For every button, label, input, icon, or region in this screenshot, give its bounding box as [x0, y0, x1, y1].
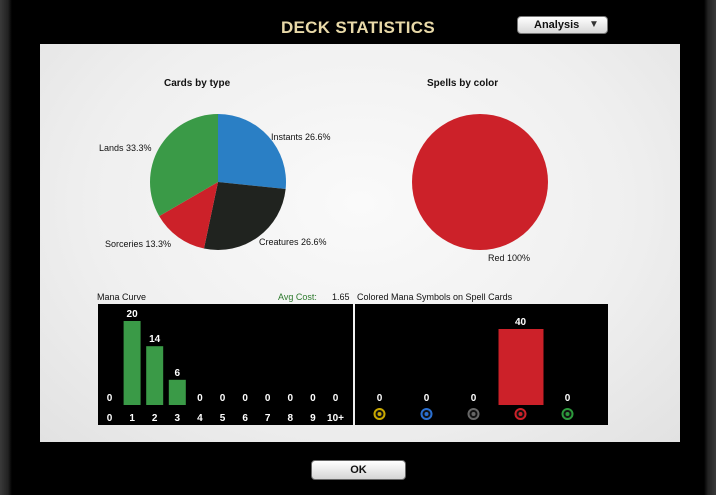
pie-slice-red	[412, 114, 548, 250]
mana-curve-value-label: 14	[149, 334, 161, 345]
mana-curve-tick-label: 2	[152, 413, 158, 424]
colored-mana-bar	[498, 329, 544, 405]
mana-curve-tick-label: 10+	[327, 413, 344, 424]
view-select-value: Analysis	[534, 19, 580, 31]
mana-curve-title: Mana Curve	[97, 292, 147, 302]
mana-curve-tick-label: 1	[129, 413, 135, 424]
mana-curve-value-label: 0	[265, 393, 271, 404]
avg-cost-value: 1.65	[332, 292, 350, 302]
page-title: DECK STATISTICS	[280, 18, 436, 37]
mana-curve-value-label: 0	[107, 393, 113, 404]
black-mana-icon-center	[471, 412, 476, 416]
mana-curve-tick-label: 5	[220, 413, 226, 424]
view-select-dropdown[interactable]: Analysis ▼	[517, 16, 608, 34]
chevron-down-icon: ▼	[589, 19, 599, 30]
colored-mana-title: Colored Mana Symbols on Spell Cards	[357, 292, 513, 302]
mana-curve-value-label: 20	[127, 309, 139, 320]
mana-curve-bar	[123, 321, 141, 405]
colored-mana-value-label: 0	[565, 393, 571, 404]
mana-curve-value-label: 0	[288, 393, 294, 404]
mana-curve-value-label: 0	[310, 393, 316, 404]
mana-curve-tick-label: 7	[265, 413, 271, 424]
mana-curve-value-label: 6	[175, 368, 181, 379]
mana-curve-tick-label: 4	[197, 413, 203, 424]
colored-mana-value-label: 0	[471, 393, 477, 404]
green-mana-icon-center	[565, 412, 570, 416]
mana-curve-value-label: 0	[242, 393, 248, 404]
mana-curve-tick-label: 6	[242, 413, 248, 424]
mana-curve-value-label: 0	[220, 393, 226, 404]
mana-curve-tick-label: 3	[175, 413, 181, 424]
spells-by-color-chart	[412, 114, 548, 250]
colored-mana-value-label: 0	[377, 393, 383, 404]
colored-mana-value-label: 40	[515, 317, 527, 328]
mana-curve-tick-label: 9	[310, 413, 316, 424]
colored-mana-chart: 0 0 0 40 0	[355, 304, 608, 425]
avg-cost-label: Avg Cost:	[278, 292, 317, 302]
white-mana-icon-center	[377, 412, 382, 416]
blue-mana-icon-center	[424, 412, 429, 416]
red-mana-icon-center	[518, 412, 523, 416]
mana-curve-value-label: 0	[197, 393, 203, 404]
mana-curve-bar	[168, 379, 186, 405]
mana-curve-tick-label: 8	[288, 413, 294, 424]
pie-label-red: Red 100%	[488, 253, 531, 263]
colored-mana-value-label: 0	[424, 393, 430, 404]
ok-button[interactable]: OK	[311, 460, 406, 480]
mana-curve-bar	[146, 346, 164, 405]
colored-mana-background	[355, 304, 608, 425]
mana-curve-value-label: 0	[333, 393, 339, 404]
stats-panel: Cards by type Instants 26.6% Creatures 2…	[40, 44, 680, 442]
mana-curve-tick-label: 0	[107, 413, 113, 424]
mana-curve-chart: 0 0 20 1 14 2 6 3 0 4 0 5 0 6 0 7 0 8 0 9 0 10+	[98, 304, 353, 425]
